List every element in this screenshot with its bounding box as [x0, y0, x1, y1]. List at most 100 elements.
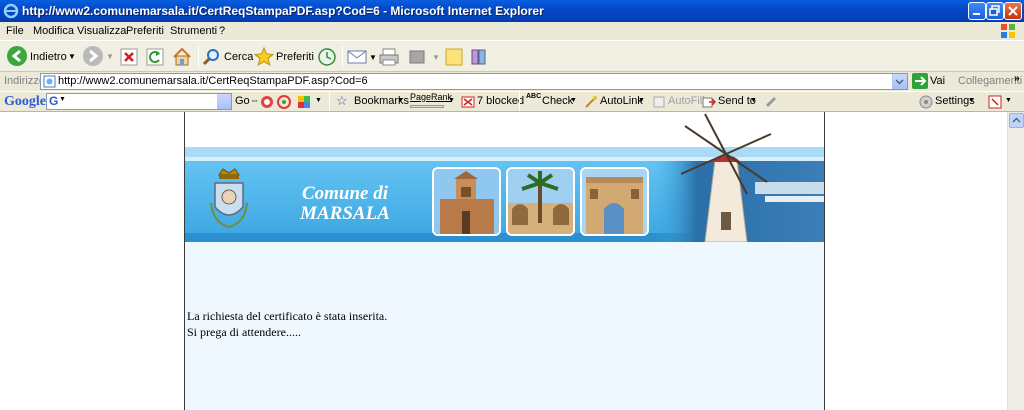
menu-strumenti[interactable]: Strumenti [170, 22, 217, 40]
chevron-down-icon: ▼ [397, 97, 404, 104]
close-icon [1008, 6, 1018, 16]
restore-icon [989, 5, 1000, 16]
minimize-icon [973, 13, 980, 15]
brand-line-2: MARSALA [300, 203, 390, 224]
star-icon [254, 47, 274, 67]
search-icon [202, 49, 219, 66]
chevron-down-icon: ▼ [106, 52, 114, 61]
menu-preferiti[interactable]: Preferiti [126, 22, 164, 40]
brand-title: Comune di MARSALA [285, 184, 405, 224]
photo-church [432, 167, 501, 236]
address-label: Indirizzo [4, 75, 45, 87]
internet-explorer-icon [3, 3, 19, 19]
chevron-down-icon: ▼ [968, 97, 975, 104]
message-line-2: Si prega di attendere..... [187, 325, 301, 339]
forward-arrow-icon [83, 46, 103, 66]
status-message: La richiesta del certificato è stata ins… [187, 308, 387, 340]
pagerank-button[interactable]: PageRank [410, 92, 452, 102]
window-title: http://www2.comunemarsala.it/CertReqStam… [22, 4, 544, 18]
chevron-right-double-icon[interactable]: » [1014, 73, 1020, 84]
toolbar-separator [519, 92, 520, 111]
close-button[interactable] [1004, 2, 1022, 20]
site-banner: Comune di MARSALA [185, 112, 824, 242]
menu-file[interactable]: File [6, 22, 24, 40]
toolbar-separator [198, 46, 199, 68]
chevron-down-icon: ▼ [1005, 97, 1012, 104]
menu-bar: File Modifica Visualizza Preferiti Strum… [0, 22, 1024, 40]
translate-icon[interactable] [988, 95, 1002, 109]
news-icon[interactable] [260, 95, 274, 109]
menu-modifica[interactable]: Modifica [33, 22, 74, 40]
page-container: Comune di MARSALA La richiesta del certi… [184, 112, 825, 410]
address-input[interactable]: http://www2.comunemarsala.it/CertReqStam… [40, 73, 908, 90]
settings-icon [919, 95, 933, 109]
google-g-icon: G [49, 94, 59, 108]
palm-image [508, 169, 573, 234]
autofill-icon [653, 96, 665, 108]
favorites-button[interactable]: Preferiti [254, 44, 314, 70]
chevron-down-icon [895, 79, 904, 85]
google-search-dropdown[interactable] [217, 94, 231, 109]
menu-visualizza[interactable]: Visualizza [77, 22, 126, 40]
history-icon[interactable] [317, 47, 337, 67]
chevron-down-icon: ▼ [750, 97, 757, 104]
google-logo[interactable]: Google [4, 94, 46, 110]
google-search-input[interactable]: G ▼ [46, 93, 232, 110]
search-label: Cerca [224, 51, 254, 63]
mail-icon[interactable] [347, 48, 369, 66]
chevron-down-icon: ▼ [369, 53, 377, 62]
chevron-down-icon: ▼ [315, 97, 322, 104]
windows-logo-icon [1001, 24, 1015, 38]
city-crest-logo[interactable] [205, 167, 253, 233]
highlight-icon[interactable] [297, 95, 311, 109]
gate-image [582, 169, 647, 234]
chevron-down-icon: ▼ [59, 96, 66, 103]
standard-toolbar: Indietro ▼ ▼ Cerca Preferiti ▼ ▼ [0, 40, 1024, 72]
stop-icon[interactable] [120, 48, 138, 66]
back-button[interactable]: Indietro ▼ [4, 44, 76, 70]
chevron-down-icon: ▼ [638, 97, 645, 104]
chevron-down-icon: ▼ [448, 97, 455, 104]
links-label[interactable]: Collegamenti [958, 75, 1022, 87]
edit-icon[interactable] [408, 49, 426, 65]
refresh-icon[interactable] [146, 48, 164, 66]
autolink-button[interactable]: AutoLink [600, 95, 643, 107]
browser-window: http://www2.comunemarsala.it/CertReqStam… [0, 0, 1024, 410]
check-button[interactable]: Check [542, 95, 573, 107]
address-url: http://www2.comunemarsala.it/CertReqStam… [58, 75, 368, 87]
google-toolbar: Google G ▼ Go ⇔ ▼ ☆ Bookmarks ▼ PageRank… [0, 91, 1024, 112]
forward-button[interactable]: ▼ [82, 44, 114, 70]
popup-blocked-count[interactable]: 7 blocked [477, 95, 524, 107]
page-icon [43, 75, 56, 88]
go-button[interactable] [912, 73, 928, 89]
chevron-down-icon: ▼ [570, 97, 577, 104]
brand-line-1: Comune di [301, 183, 389, 204]
pencil-icon[interactable] [764, 95, 778, 109]
messenger-icon[interactable] [469, 47, 489, 67]
chevron-down-icon: ▼ [432, 53, 440, 62]
menu-help[interactable]: ? [219, 22, 225, 40]
scroll-up-button[interactable] [1009, 113, 1024, 128]
bookmark-star-icon: ☆ [336, 93, 348, 108]
notes-icon[interactable] [444, 47, 464, 67]
autofill-button[interactable]: AutoFill [668, 95, 705, 107]
go-label[interactable]: Vai [930, 75, 945, 87]
photo-city-gate [580, 167, 649, 236]
print-icon[interactable] [378, 47, 400, 67]
vertical-scrollbar[interactable] [1007, 112, 1024, 410]
google-go-button[interactable]: Go [235, 95, 250, 107]
photo-palm-courtyard [506, 167, 575, 236]
page-viewport: Comune di MARSALA La richiesta del certi… [0, 112, 1007, 410]
search-button[interactable]: Cerca [202, 44, 254, 70]
autolink-icon [585, 96, 597, 108]
chevron-down-icon: ▼ [68, 52, 76, 61]
toolbar-separator [342, 46, 343, 68]
address-dropdown-button[interactable] [892, 74, 907, 89]
spiral-icon[interactable] [277, 95, 291, 109]
message-line-1: La richiesta del certificato è stata ins… [187, 309, 388, 323]
restore-button[interactable] [986, 2, 1004, 20]
minimize-button[interactable] [968, 2, 986, 20]
back-arrow-icon [7, 46, 27, 66]
spellcheck-icon: ABC [526, 93, 542, 100]
home-icon[interactable] [171, 46, 193, 68]
